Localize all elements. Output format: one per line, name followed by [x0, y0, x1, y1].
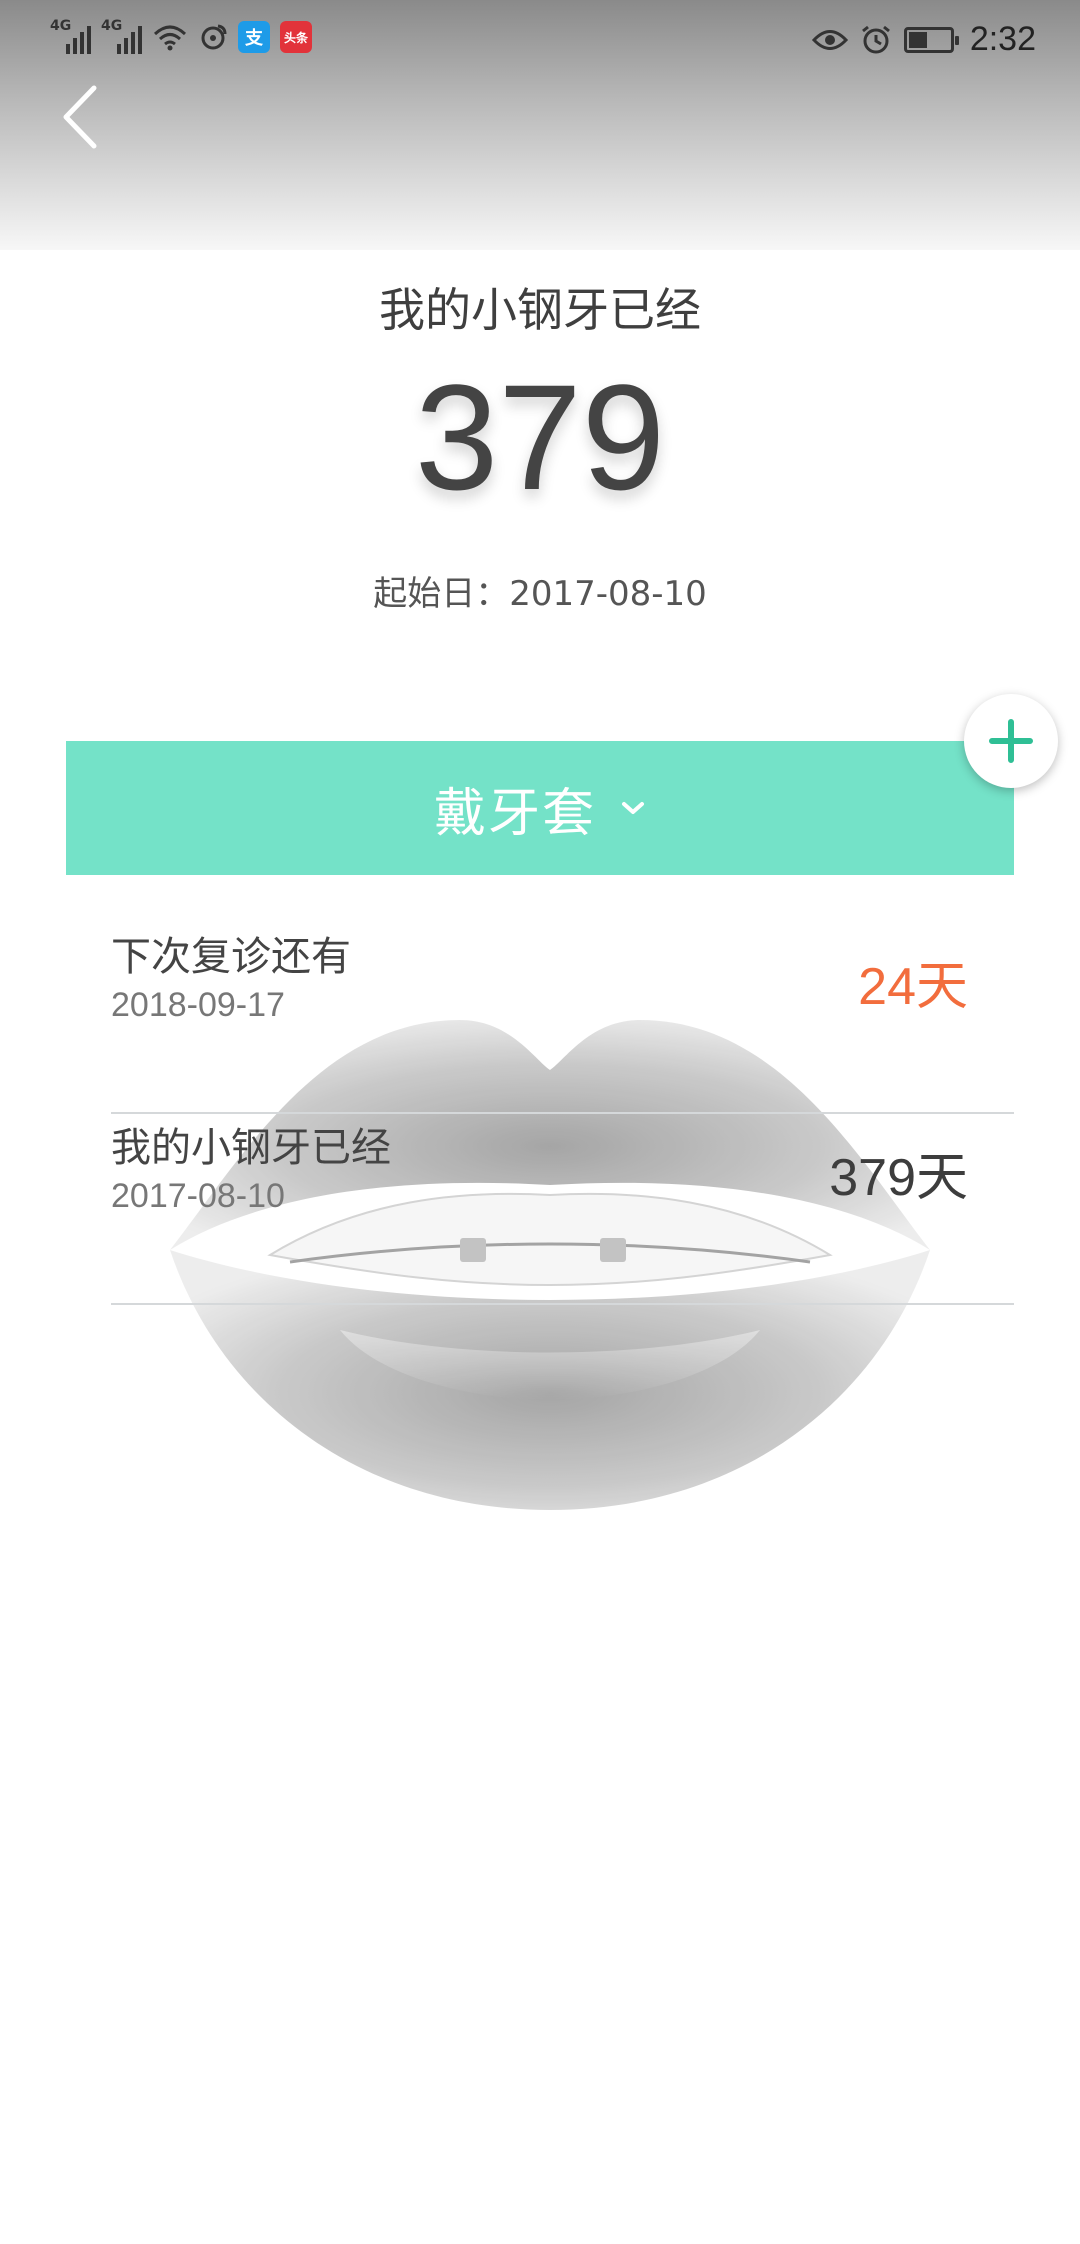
cellular-signal-icon: 4G	[50, 18, 91, 54]
toutiao-icon: 头条	[280, 21, 312, 53]
chevron-left-icon	[63, 85, 97, 149]
plus-icon	[989, 719, 1033, 763]
list-item-label: 下次复诊还有	[111, 934, 351, 980]
page-title: 我的小钢牙已经	[379, 283, 701, 337]
add-button[interactable]	[964, 694, 1058, 788]
day-count: 379	[414, 353, 666, 521]
status-bar: 4G 4G 支 头条 2:32	[0, 0, 1080, 84]
screen: 4G 4G 支 头条 2:32 我的小钢牙已经 379 起始日：2017-08-…	[0, 0, 1080, 2244]
eye-icon	[811, 29, 848, 50]
status-left: 4G 4G 支 头条	[50, 18, 312, 54]
battery-icon	[903, 26, 959, 53]
list-item-date: 2017-08-10	[111, 1177, 285, 1215]
clock: 2:32	[969, 20, 1036, 58]
list-item-next-visit[interactable]: 下次复诊还有 2018-09-17 24天	[111, 924, 1014, 1114]
list-item-label: 我的小钢牙已经	[111, 1125, 391, 1171]
mode-selector-label: 戴牙套	[433, 783, 596, 844]
mode-selector[interactable]: 戴牙套	[66, 741, 1014, 875]
status-right: 2:32	[811, 20, 1036, 59]
list-item-date: 2018-09-17	[111, 986, 285, 1024]
chevron-down-icon	[622, 802, 644, 814]
network-type-label: 4G	[101, 18, 123, 34]
weibo-icon	[201, 24, 227, 50]
back-button[interactable]	[60, 82, 120, 162]
alipay-icon: 支	[238, 21, 270, 53]
start-date: 起始日：2017-08-10	[373, 574, 707, 614]
wifi-icon	[153, 25, 187, 51]
cellular-signal-icon: 4G	[101, 18, 142, 54]
list-item-braces-days[interactable]: 我的小钢牙已经 2017-08-10 379天	[111, 1115, 1014, 1305]
list-item-value: 379天	[829, 1149, 968, 1207]
network-type-label: 4G	[50, 18, 72, 34]
list-item-value: 24天	[858, 958, 968, 1016]
alarm-icon	[861, 25, 890, 53]
